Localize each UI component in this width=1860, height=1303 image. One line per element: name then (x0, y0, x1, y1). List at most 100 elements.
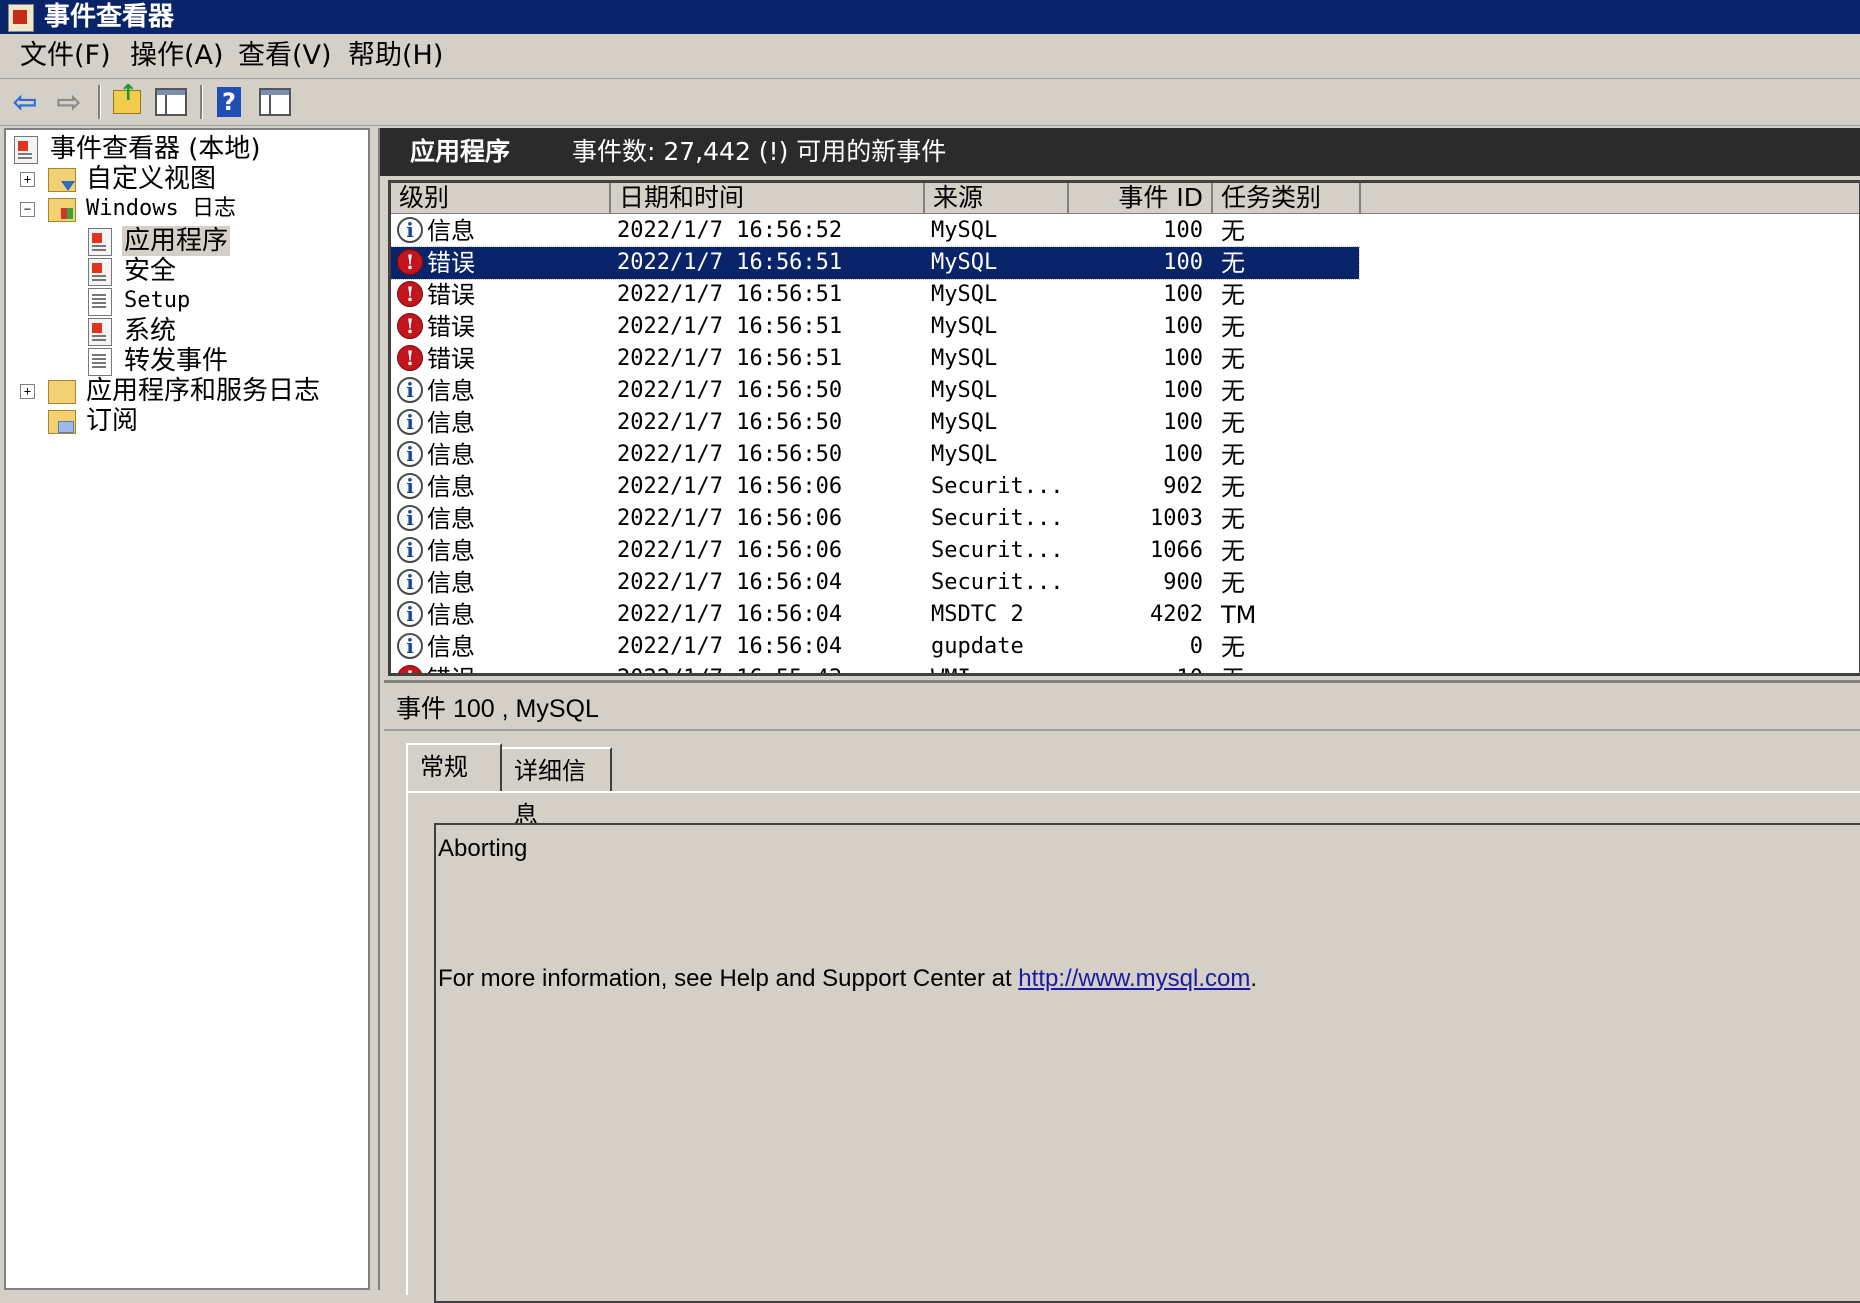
tree-item-label: Windows 日志 (86, 196, 236, 221)
tree-item-label: Setup (124, 288, 191, 313)
event-viewer-icon (14, 136, 38, 164)
help-button[interactable]: ? (210, 84, 248, 120)
tree-item-label: 应用程序 (122, 226, 231, 256)
tree-item-label: 事件查看器 (本地) (50, 134, 261, 164)
event-id: 900 (1163, 570, 1203, 595)
event-level: 信息 (427, 217, 475, 245)
column-source[interactable]: 来源 (925, 183, 1069, 213)
menu-bar: 文件(F) 操作(A) 查看(V) 帮助(H) (0, 34, 1860, 79)
tree-item-label: 系统 (124, 316, 177, 346)
event-task-category: 无 (1221, 409, 1245, 437)
event-task-category: TM (1221, 601, 1257, 629)
event-task-category: 无 (1221, 345, 1245, 373)
tab-content: Aborting For more information, see Help … (406, 791, 1860, 1303)
event-id: 100 (1163, 346, 1203, 371)
help-icon: ? (217, 87, 241, 117)
event-task-category: 无 (1221, 505, 1245, 533)
menu-view[interactable]: 查看(V) (238, 34, 332, 78)
tree-item-label: 转发事件 (124, 346, 229, 376)
column-datetime[interactable]: 日期和时间 (611, 183, 925, 213)
table-row[interactable]: i 信息 2022/1/7 16:56:50 MySQL 100 无 (391, 407, 1359, 439)
table-row[interactable]: i 信息 2022/1/7 16:56:06 Securit... 1066 无 (391, 535, 1359, 567)
event-task-category: 无 (1221, 377, 1245, 405)
event-source: Securit... (931, 506, 1064, 531)
table-row[interactable]: i 信息 2022/1/7 16:56:06 Securit... 1003 无 (391, 503, 1359, 535)
event-message-box[interactable]: Aborting For more information, see Help … (434, 823, 1860, 1303)
event-datetime: 2022/1/7 16:56:06 (617, 538, 843, 563)
folder-icon (48, 380, 76, 404)
error-icon: ! (397, 665, 423, 673)
table-row[interactable]: ! 错误 2022/1/7 16:56:51 MySQL 100 无 (391, 343, 1359, 375)
event-task-category: 无 (1221, 281, 1245, 309)
event-level: 信息 (427, 505, 475, 533)
event-level: 信息 (427, 537, 475, 565)
event-task-category: 无 (1221, 473, 1245, 501)
mysql-link[interactable]: http://www.mysql.com (1018, 965, 1250, 992)
table-row[interactable]: i 信息 2022/1/7 16:56:50 MySQL 100 无 (391, 439, 1359, 471)
expand-icon[interactable]: + (20, 172, 35, 187)
info-icon: i (397, 217, 423, 243)
event-count: 事件数: 27,442 (!) 可用的新事件 (572, 137, 947, 166)
table-row[interactable]: i 信息 2022/1/7 16:56:04 gupdate 0 无 (391, 631, 1359, 663)
event-task-category: 无 (1221, 313, 1245, 341)
table-row[interactable]: ! 错误 2022/1/7 16:56:51 MySQL 100 无 (391, 279, 1359, 311)
message-help-text: For more information, see Help and Suppo… (438, 965, 1019, 992)
table-row[interactable]: i 信息 2022/1/7 16:56:04 Securit... 900 无 (391, 567, 1359, 599)
event-datetime: 2022/1/7 16:56:50 (617, 442, 843, 467)
event-datetime: 2022/1/7 16:56:50 (617, 410, 843, 435)
column-event-id[interactable]: 事件 ID (1069, 183, 1213, 213)
menu-file[interactable]: 文件(F) (20, 34, 111, 78)
table-row[interactable]: ! 错误 2022/1/7 16:56:51 MySQL 100 无 (391, 311, 1359, 343)
event-id: 100 (1163, 442, 1203, 467)
column-task-category[interactable]: 任务类别 (1213, 183, 1361, 213)
info-icon: i (397, 633, 423, 659)
tab-general[interactable]: 常规 (406, 743, 502, 791)
info-icon: i (397, 505, 423, 531)
menu-help[interactable]: 帮助(H) (348, 34, 443, 78)
event-source: MySQL (931, 346, 998, 371)
event-id: 100 (1163, 410, 1203, 435)
forward-arrow-icon: ⇨ (56, 84, 82, 120)
error-icon: ! (397, 345, 423, 371)
event-datetime: 2022/1/7 16:56:04 (617, 570, 843, 595)
show-hide-console-tree-button[interactable] (152, 84, 190, 120)
show-action-pane-button[interactable] (256, 84, 294, 120)
toolbar: ⇦ ⇨ ? (0, 79, 1860, 126)
event-datetime: 2022/1/7 16:56:50 (617, 378, 843, 403)
error-icon: ! (397, 249, 423, 275)
error-icon: ! (397, 313, 423, 339)
event-source: Securit... (931, 474, 1064, 499)
event-task-category: 无 (1221, 633, 1245, 661)
event-list[interactable]: 级别 日期和时间 来源 事件 ID 任务类别 i 信息 2022/1/7 16:56… (388, 180, 1860, 676)
table-row[interactable]: ! 错误 2022/1/7 16:55:43 WMI 10 无 (391, 663, 1359, 673)
event-source: MySQL (931, 442, 998, 467)
table-row[interactable]: i 信息 2022/1/7 16:56:04 MSDTC 2 4202 TM (391, 599, 1359, 631)
column-level[interactable]: 级别 (391, 183, 611, 213)
event-source: MySQL (931, 410, 998, 435)
title-bar: 事件查看器 (0, 0, 1860, 34)
tab-details[interactable]: 详细信息 (500, 747, 612, 829)
back-button[interactable]: ⇦ (6, 84, 44, 120)
event-datetime: 2022/1/7 16:56:51 (617, 250, 843, 275)
collapse-icon[interactable]: − (20, 202, 35, 217)
event-level: 信息 (427, 441, 475, 469)
event-level: 信息 (427, 569, 475, 597)
event-level: 信息 (427, 633, 475, 661)
table-row[interactable]: i 信息 2022/1/7 16:56:50 MySQL 100 无 (391, 375, 1359, 407)
message-text: Aborting (438, 835, 528, 862)
forward-button[interactable]: ⇨ (50, 84, 88, 120)
expand-icon[interactable]: + (20, 384, 35, 399)
up-level-button[interactable] (108, 81, 146, 120)
event-task-category: 无 (1221, 249, 1245, 277)
folder-up-icon (113, 81, 141, 114)
table-row[interactable]: i 信息 2022/1/7 16:56:52 MySQL 100 无 (391, 215, 1359, 247)
event-level: 信息 (427, 601, 475, 629)
event-level: 信息 (427, 409, 475, 437)
event-datetime: 2022/1/7 16:56:52 (617, 218, 843, 243)
table-row[interactable]: ! 错误 2022/1/7 16:56:51 MySQL 100 无 (391, 246, 1360, 280)
event-level: 错误 (427, 345, 475, 373)
table-row[interactable]: i 信息 2022/1/7 16:56:06 Securit... 902 无 (391, 471, 1359, 503)
toolbar-separator (98, 85, 101, 119)
menu-action[interactable]: 操作(A) (130, 34, 224, 78)
error-icon: ! (397, 281, 423, 307)
